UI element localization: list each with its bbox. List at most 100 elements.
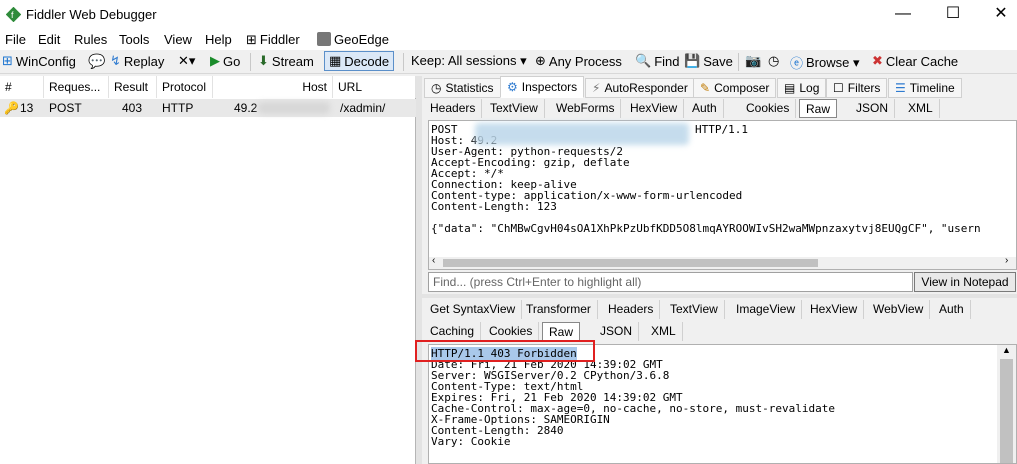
browse-button[interactable]: ⓔ Browse ▾: [790, 53, 860, 72]
comment-button[interactable]: 💬: [88, 53, 105, 70]
any-process-button[interactable]: ⊕ Any Process: [535, 53, 622, 69]
response-raw-pane[interactable]: HTTP/1.1 403 Forbidden Date: Fri, 21 Feb…: [428, 344, 1017, 464]
stream-button[interactable]: ⬇ Stream: [258, 53, 314, 69]
menu-rules[interactable]: Rules: [74, 32, 107, 47]
res-tab-headers[interactable]: Headers: [602, 300, 661, 319]
session-method: POST: [49, 101, 82, 115]
menu-geoedge[interactable]: GeoEdge: [317, 32, 389, 47]
tab-statistics[interactable]: ◷ Statistics: [424, 78, 501, 98]
request-raw-line: Content-Length: 123: [431, 200, 557, 213]
menu-edit[interactable]: Edit: [38, 32, 60, 47]
menu-help[interactable]: Help: [205, 32, 232, 47]
sessions-list[interactable]: # Reques... Result Protocol Host URL 🔑 1…: [0, 76, 416, 464]
res-tab-json[interactable]: JSON: [594, 322, 640, 341]
log-icon: ▤: [784, 81, 796, 95]
find-label: Find: [654, 53, 680, 69]
res-tab-auth[interactable]: Auth: [933, 300, 971, 319]
req-tab-auth[interactable]: Auth: [686, 99, 724, 118]
req-tab-webforms[interactable]: WebForms: [550, 99, 622, 118]
menu-fiddler[interactable]: ⊞ Fiddler: [246, 32, 300, 48]
remove-dropdown-button[interactable]: ✕▾: [178, 53, 195, 69]
vertical-scrollbar[interactable]: ▲: [997, 345, 1016, 463]
res-tab-hexview[interactable]: HexView: [804, 300, 865, 319]
menu-bar: File Edit Rules Tools View Help ⊞ Fiddler…: [0, 30, 1017, 50]
menu-view[interactable]: View: [164, 32, 192, 47]
pane-splitter[interactable]: [422, 294, 1017, 298]
horizontal-scrollbar[interactable]: ‹ ›: [429, 255, 1016, 269]
res-tab-cookies[interactable]: Cookies: [483, 322, 540, 341]
col-request[interactable]: Reques...: [44, 76, 109, 98]
winconfig-button[interactable]: ⊞ WinConfig: [2, 53, 76, 69]
comment-icon: 💬: [88, 53, 106, 69]
toolbar: ⊞ WinConfig 💬 ↯ Replay ✕▾ ▶ Go ⬇ Stream ▦ Dec…: [0, 50, 1017, 74]
req-tab-headers[interactable]: Headers: [424, 99, 483, 118]
tab-inspectors[interactable]: ⚙ Inspectors: [500, 76, 585, 98]
play-icon: ▶: [210, 53, 220, 68]
session-url: /xadmin/: [340, 101, 386, 115]
tab-filters[interactable]: ☐ Filters: [826, 78, 888, 98]
tab-autoresponder[interactable]: ⚡ AutoResponder: [585, 78, 695, 98]
tab-composer[interactable]: ✎ Composer: [693, 78, 777, 98]
res-tab-imageview[interactable]: ImageView: [730, 300, 803, 319]
stopwatch-icon: ◷: [431, 81, 442, 95]
request-tabs: Headers TextView WebForms HexView Auth C…: [422, 98, 1017, 118]
decode-label: Decode: [344, 53, 390, 69]
scrollbar-thumb[interactable]: [1000, 359, 1013, 463]
req-tab-hexview[interactable]: HexView: [624, 99, 685, 118]
col-protocol[interactable]: Protocol: [157, 76, 213, 98]
menu-tools[interactable]: Tools: [119, 32, 149, 47]
menu-geoedge-label: GeoEdge: [334, 32, 389, 47]
res-tab-transformer[interactable]: Transformer: [520, 300, 598, 319]
replay-button[interactable]: ↯ Replay: [110, 53, 164, 69]
screenshot-button[interactable]: 📷: [745, 53, 761, 69]
response-raw-line: Vary: Cookie: [431, 435, 511, 448]
find-button[interactable]: 🔍 Find: [635, 53, 679, 69]
clear-cache-button[interactable]: ✖ Clear Cache: [872, 53, 958, 69]
res-tab-textview[interactable]: TextView: [664, 300, 725, 319]
save-button[interactable]: 💾 Save: [684, 53, 733, 69]
col-host[interactable]: Host: [213, 76, 333, 98]
res-tab-raw[interactable]: Raw: [542, 322, 581, 341]
find-input[interactable]: Find... (press Ctrl+Enter to highlight a…: [428, 272, 913, 292]
save-icon: 💾: [684, 53, 701, 68]
col-result[interactable]: Result: [109, 76, 157, 98]
res-tab-syntaxview[interactable]: Get SyntaxView: [424, 300, 523, 319]
browse-label: Browse ▾: [806, 54, 860, 70]
replay-label: Replay: [123, 53, 165, 69]
col-id[interactable]: #: [0, 76, 44, 98]
req-tab-textview[interactable]: TextView: [484, 99, 545, 118]
table-row[interactable]: 🔑 13 POST 403 HTTP 49.2 /xadmin/: [0, 99, 416, 117]
col-url[interactable]: URL: [333, 76, 416, 98]
view-in-notepad-button[interactable]: View in Notepad: [914, 272, 1016, 292]
tab-timeline[interactable]: ☰ Timeline: [888, 78, 962, 98]
res-tab-caching[interactable]: Caching: [424, 322, 482, 341]
timer-button[interactable]: ◷: [768, 53, 779, 69]
request-http-version: HTTP/1.1: [695, 123, 748, 136]
browser-icon: ⓔ: [790, 56, 804, 71]
keep-sessions-dropdown[interactable]: Keep: All sessions ▾: [411, 53, 527, 69]
crosshair-icon: ⊕: [535, 53, 546, 68]
go-button[interactable]: ▶ Go: [210, 53, 240, 69]
response-tabs-row2: Caching Cookies Raw JSON XML: [422, 321, 1017, 341]
replay-icon: ↯: [110, 53, 121, 68]
request-raw-pane[interactable]: POST HTTP/1.1 Host: 49.2 User-Agent: pyt…: [428, 120, 1017, 270]
scrollbar-thumb[interactable]: [443, 259, 818, 267]
tab-log[interactable]: ▤ Log: [777, 78, 827, 98]
decode-button[interactable]: ▦ Decode: [324, 51, 395, 71]
stream-label: Stream: [271, 53, 314, 69]
req-tab-raw[interactable]: Raw: [799, 99, 838, 118]
res-tab-xml[interactable]: XML: [645, 322, 683, 341]
maximize-button[interactable]: ☐: [930, 0, 976, 30]
menu-file[interactable]: File: [5, 32, 26, 47]
session-host: 49.2: [234, 101, 258, 115]
req-tab-cookies[interactable]: Cookies: [740, 99, 797, 118]
res-tab-webview[interactable]: WebView: [867, 300, 931, 319]
req-tab-xml[interactable]: XML: [902, 99, 940, 118]
close-button[interactable]: ✕: [978, 0, 1017, 30]
compose-icon: ✎: [700, 81, 711, 95]
req-tab-json[interactable]: JSON: [850, 99, 896, 118]
session-protocol: HTTP: [162, 101, 194, 115]
minimize-button[interactable]: —: [880, 0, 926, 30]
title-bar: f Fiddler Web Debugger — ☐ ✕: [0, 0, 1017, 30]
toolbar-separator: [403, 53, 404, 71]
